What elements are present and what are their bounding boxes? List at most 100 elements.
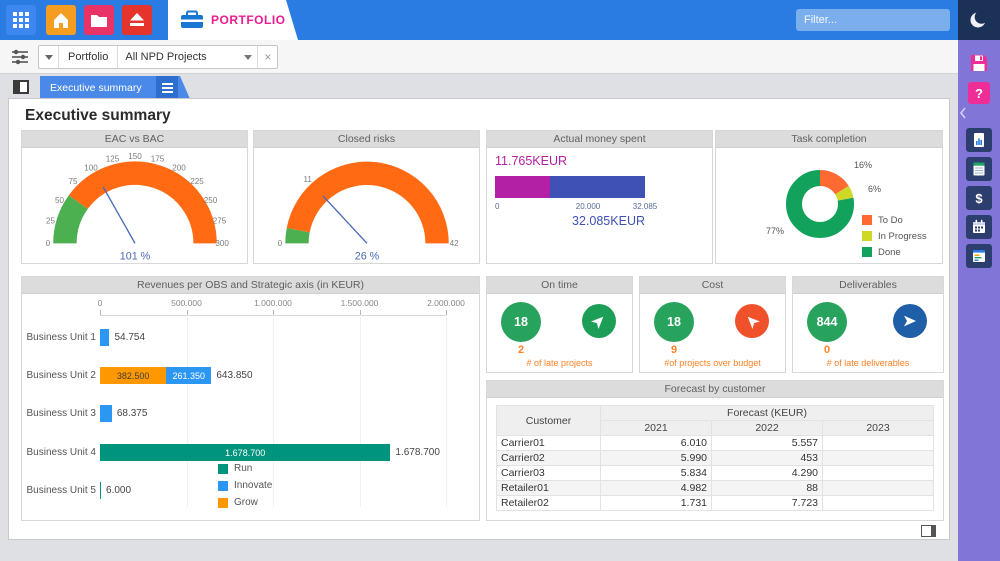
forecast-value-cell: 4.982 (601, 481, 712, 496)
reports-button[interactable] (966, 128, 992, 152)
filter-input[interactable] (796, 9, 950, 31)
bar-row: 1.678.700 1.678.700 (100, 444, 440, 461)
eject-button[interactable] (122, 5, 152, 35)
spreadsheet-button[interactable] (966, 157, 992, 181)
tab-portfolio[interactable]: PORTFOLIO (168, 0, 298, 40)
tab-portfolio-label: PORTFOLIO (211, 13, 286, 27)
money-bar-remaining[interactable] (550, 176, 645, 198)
arrow-right-icon (902, 313, 918, 329)
panel-title: On time (487, 277, 632, 294)
gauge-value-label: 101 % (119, 251, 150, 263)
bar-category-label: Business Unit 3 (22, 408, 96, 419)
help-button[interactable]: ? (968, 82, 990, 104)
bar-total-label: 1.678.700 (395, 447, 440, 458)
projects-folder-button[interactable] (84, 5, 114, 35)
bar-category-label: Business Unit 4 (22, 447, 96, 458)
kpi-count-circle: 844 (807, 302, 847, 342)
finance-button[interactable]: $ (966, 186, 992, 210)
year-header: 2022 (712, 421, 823, 436)
kpi-late-count: 9 (654, 344, 694, 356)
revenue-legend: Run Innovate Grow (218, 460, 272, 511)
gauge-tick-label: 225 (190, 177, 204, 186)
gauge-tick-label: 0 (277, 239, 282, 248)
kpi-count-circle: 18 (654, 302, 694, 342)
tab-executive-summary-label: Executive summary (40, 82, 156, 94)
panel-toggle-icon[interactable] (13, 80, 29, 94)
gauge-tick-label: 0 (45, 239, 50, 248)
donut-pct-label: 77% (766, 226, 784, 236)
filter-settings-button[interactable] (8, 45, 32, 69)
legend-swatch (218, 481, 228, 491)
legend-swatch (862, 215, 872, 225)
kpi-count: 18 (667, 315, 681, 329)
portfolio-dropdown-caret[interactable] (39, 46, 59, 68)
gauge-tick-label: 25 (46, 217, 55, 226)
bar-segment-grow[interactable]: 382.500 (100, 367, 166, 384)
gauge-tick-label: 11 (303, 175, 312, 184)
bar-segment-innovate[interactable]: 261.350 (166, 367, 211, 384)
dashboard-panel: Executive summary EAC vs BAC 0 25 50 75 … (8, 98, 950, 540)
customer-cell: Carrier02 (497, 451, 601, 466)
panel-deliverables: Deliverables 844 0 # of late deliverable… (792, 276, 944, 373)
forecast-row[interactable]: Carrier016.0105.557 (497, 436, 934, 451)
planner-button[interactable] (966, 244, 992, 268)
apps-grid-button[interactable] (6, 5, 36, 35)
forecast-row[interactable]: Carrier025.990453 (497, 451, 934, 466)
forecast-value-cell: 453 (712, 451, 823, 466)
save-button[interactable] (968, 52, 990, 74)
forecast-row[interactable]: Retailer014.98288 (497, 481, 934, 496)
portfolio-select[interactable]: All NPD Projects (117, 46, 257, 68)
year-header: 2021 (601, 421, 712, 436)
chevron-down-icon (45, 55, 53, 60)
year-header: 2023 (823, 421, 934, 436)
eac-gauge: 0 25 50 75 100 125 150 175 200 225 250 2… (36, 149, 234, 264)
right-sidebar: ? $ (958, 40, 1000, 561)
forecast-value-cell: 6.010 (601, 436, 712, 451)
risks-gauge: 0 11 42 26 % (268, 149, 466, 264)
calendar-button[interactable] (966, 215, 992, 239)
legend-label: To Do (878, 215, 903, 226)
legend-item: Innovate (218, 477, 272, 494)
legend-swatch (218, 464, 228, 474)
briefcase-icon (180, 10, 204, 30)
tab-menu-button[interactable] (156, 76, 178, 99)
kpi-count: 844 (817, 315, 838, 329)
bar-segment-run[interactable]: 1.678.700 (100, 444, 390, 461)
home-button[interactable] (46, 5, 76, 35)
legend-item: In Progress (862, 228, 938, 244)
axis-tick-label: 500.000 (159, 298, 215, 308)
forecast-row[interactable]: Retailer021.7317.723 (497, 496, 934, 511)
bar-value-label: 1.678.700 (225, 448, 265, 458)
dollar-icon: $ (975, 191, 982, 206)
bar-segment-run[interactable] (100, 482, 101, 499)
page-title: Executive summary (25, 107, 171, 125)
bar-total-label: 68.375 (117, 408, 148, 419)
gauge-tick-label: 125 (105, 155, 119, 164)
customer-header: Customer (497, 406, 601, 436)
bar-segment-innovate[interactable] (100, 405, 112, 422)
tab-executive-summary[interactable]: Executive summary (40, 76, 190, 99)
gauge-tick-label: 175 (150, 155, 164, 164)
forecast-value-cell (823, 436, 934, 451)
clear-filter-button[interactable]: × (257, 46, 277, 68)
forecast-row[interactable]: Carrier035.8344.290 (497, 466, 934, 481)
bar-segment-innovate[interactable] (100, 329, 109, 346)
panel-title: Forecast by customer (487, 381, 943, 398)
moon-icon[interactable] (968, 9, 990, 31)
panel-eac-vs-bac: EAC vs BAC 0 25 50 75 100 125 150 175 20… (21, 130, 248, 264)
gauge-tick-label: 42 (449, 239, 458, 248)
collapse-left-button[interactable] (958, 106, 968, 120)
panel-layout-button[interactable] (921, 525, 936, 537)
axis-tick-label: 1.500.000 (332, 298, 388, 308)
calendar-icon (971, 219, 987, 235)
spreadsheet-icon (971, 161, 987, 177)
money-total-label: 32.085KEUR (495, 214, 645, 228)
money-progress-bar (495, 176, 645, 198)
forecast-value-cell: 5.990 (601, 451, 712, 466)
gauge-tick-label: 300 (215, 239, 229, 248)
money-bar-spent[interactable] (495, 176, 550, 198)
panel-title: Closed risks (254, 131, 479, 148)
axis-tick-label: 2.000.000 (418, 298, 474, 308)
legend-item: Done (862, 244, 938, 260)
forecast-value-cell (823, 466, 934, 481)
